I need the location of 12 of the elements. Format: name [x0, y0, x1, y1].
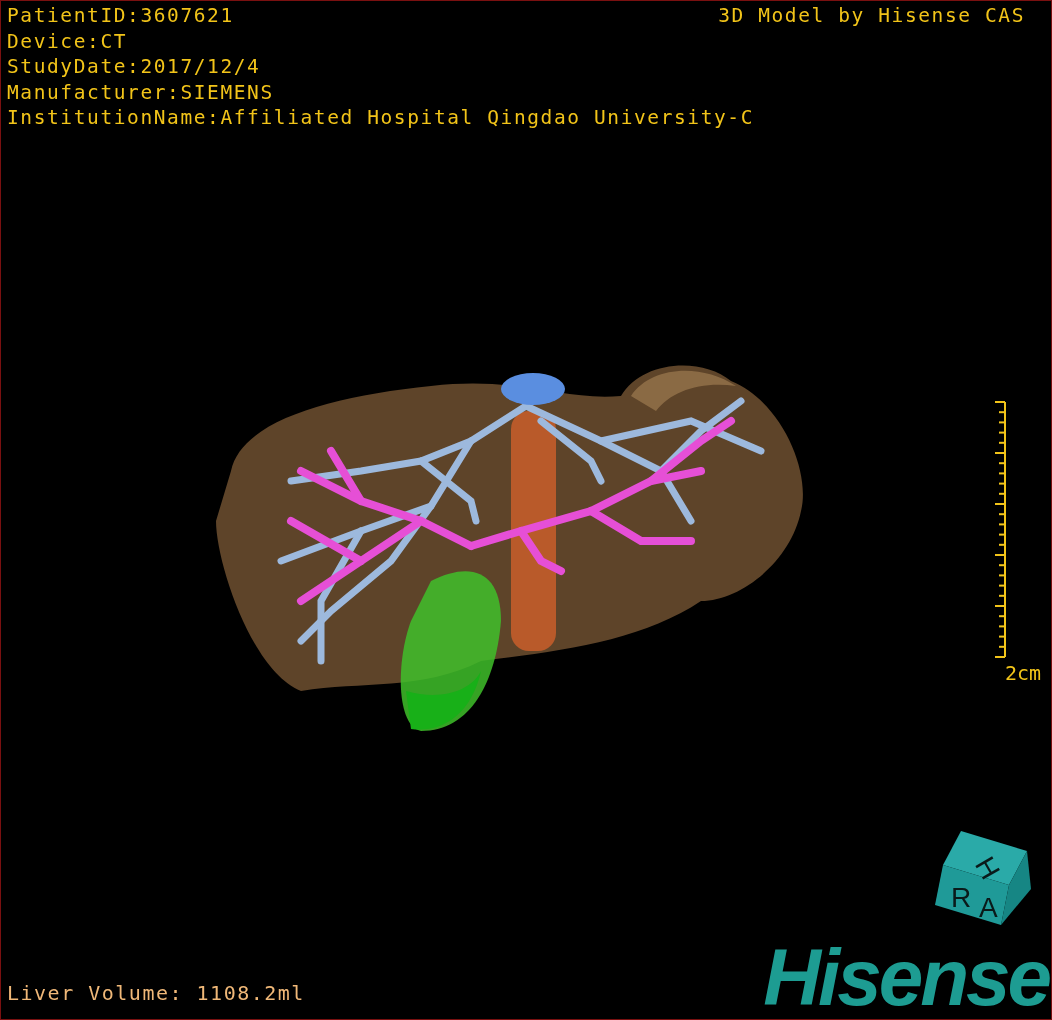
cube-label: H — [969, 851, 1007, 885]
info-text: InstitutionName:Affiliated Hospital Qingdao University-C — [7, 105, 756, 131]
viewer-title: 3D Model by Hisense CAS — [718, 3, 1025, 29]
info-text: Device:CT — [7, 28, 129, 54]
info-text: StudyDate:2017/12/4 — [7, 54, 262, 80]
brand-logo: Hisense — [763, 943, 1049, 1013]
info-text: PatientID:3607621 — [7, 3, 234, 29]
liver-volume-text: Liver Volume: 1108.2ml — [7, 981, 305, 1005]
cube-label: R — [951, 882, 972, 913]
scale-label: 2cm — [1004, 660, 1041, 685]
info-text: Manufacturer:SIEMENS — [7, 79, 275, 105]
cube-label: A — [979, 892, 998, 923]
